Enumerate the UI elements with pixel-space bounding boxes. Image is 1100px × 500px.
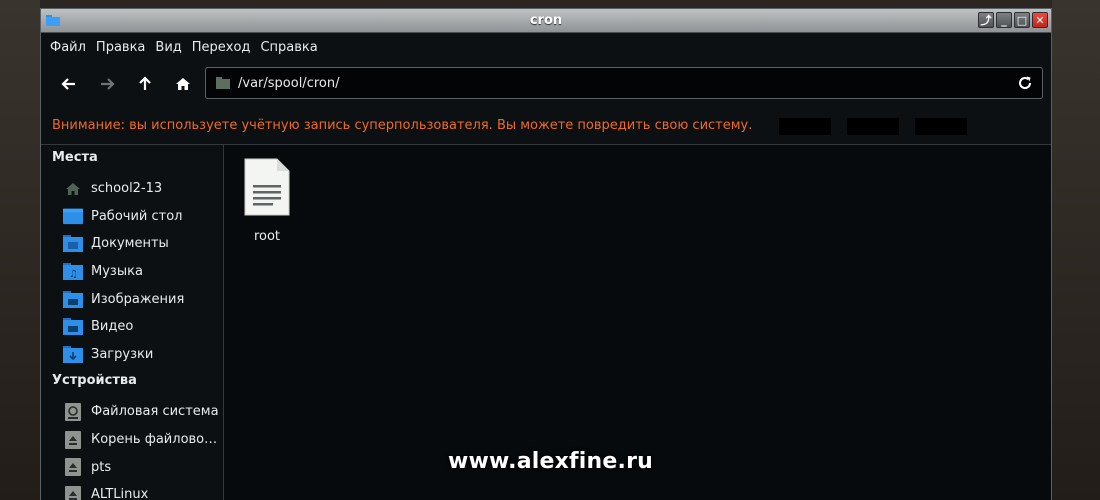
eject-drive-icon: [63, 485, 83, 500]
arrow-left-icon: [61, 78, 75, 90]
folder-icon: [216, 77, 230, 89]
svg-text:♫: ♫: [69, 269, 78, 280]
sidebar-item-label: Видео: [91, 319, 134, 335]
minimize-button[interactable]: _: [996, 12, 1012, 28]
redacted-block: [847, 118, 899, 135]
content-area: Места school2-13 Рабочий стол Документы: [41, 145, 1051, 500]
shade-button[interactable]: ⤴: [978, 12, 994, 28]
sidebar-item-pictures[interactable]: Изображения: [41, 285, 223, 313]
sidebar-item-label: school2-13: [91, 181, 163, 197]
window-controls: ⤴ _ □ ✕: [978, 12, 1048, 28]
superuser-warning-text: Внимание: вы используете учётную запись …: [52, 118, 753, 133]
sidebar-item-label: Документы: [91, 236, 169, 252]
home-icon: [176, 78, 190, 90]
sidebar-item-videos[interactable]: Видео: [41, 313, 223, 341]
eject-drive-icon: [63, 430, 83, 449]
sidebar-item-label: Изображения: [91, 291, 185, 307]
sidebar-item-desktop[interactable]: Рабочий стол: [41, 203, 223, 231]
up-button[interactable]: [127, 66, 163, 102]
redacted-block: [779, 118, 831, 135]
menu-view[interactable]: Вид: [155, 40, 181, 55]
sidebar-item-music[interactable]: ♫ Музыка: [41, 258, 223, 286]
sidebar-item-label: Загрузки: [91, 346, 154, 362]
location-path: /var/spool/cron/: [238, 75, 340, 91]
sidebar-item-downloads[interactable]: Загрузки: [41, 341, 223, 369]
close-button[interactable]: ✕: [1032, 12, 1048, 28]
menubar: Файл Правка Вид Переход Справка: [41, 33, 1051, 61]
superuser-warning-bar: Внимание: вы используете учётную запись …: [41, 107, 1051, 145]
reload-icon[interactable]: [1016, 74, 1034, 92]
menu-go[interactable]: Переход: [192, 40, 251, 55]
desktop-background-left: [0, 0, 40, 500]
window-title: cron: [529, 13, 563, 28]
menu-file[interactable]: Файл: [50, 40, 86, 55]
file-name: root: [253, 229, 281, 244]
home-button[interactable]: [165, 66, 201, 102]
watermark-text: www.alexfine.ru: [448, 449, 653, 474]
sidebar-item-pts[interactable]: pts: [41, 453, 223, 481]
sidebar-item-documents[interactable]: Документы: [41, 230, 223, 258]
text-file-icon: [244, 158, 290, 216]
file-view[interactable]: root: [224, 145, 1051, 500]
sidebar-item-label: Музыка: [91, 264, 143, 280]
desktop-background-right: [1052, 0, 1100, 500]
arrow-up-icon: [139, 76, 151, 90]
menu-edit[interactable]: Правка: [96, 40, 145, 55]
sidebar-section-places: Места: [52, 150, 98, 165]
downloads-folder-icon: [63, 345, 83, 363]
sidebar-item-home[interactable]: school2-13: [41, 175, 223, 203]
eject-drive-icon: [63, 458, 83, 477]
sidebar-item-altlinux[interactable]: ALTLinux: [41, 481, 223, 500]
sidebar-item-label: Файловая система: [91, 404, 219, 420]
pictures-folder-icon: [63, 290, 83, 308]
videos-folder-icon: [63, 318, 83, 336]
window-titlebar[interactable]: cron ⤴ _ □ ✕: [41, 9, 1051, 33]
back-button[interactable]: [51, 66, 87, 102]
arrow-right-icon: [101, 78, 115, 90]
sidebar-item-label: Корень файловой…: [91, 432, 223, 448]
navigation-toolbar: /var/spool/cron/: [41, 61, 1051, 107]
menu-help[interactable]: Справка: [260, 40, 317, 55]
sidebar-item-filesystem[interactable]: Файловая система: [41, 398, 223, 426]
sidebar-item-root-fs[interactable]: Корень файловой…: [41, 426, 223, 454]
sidebar-item-label: ALTLinux: [91, 487, 149, 500]
sidebar-item-label: Рабочий стол: [91, 208, 183, 224]
sidebar: Места school2-13 Рабочий стол Документы: [41, 145, 224, 500]
redacted-blocks: [779, 118, 967, 135]
maximize-button[interactable]: □: [1014, 12, 1030, 28]
music-folder-icon: ♫: [63, 263, 83, 281]
file-manager-window: cron ⤴ _ □ ✕ Файл Правка Вид Переход Спр…: [40, 8, 1052, 500]
desktop-folder-icon: [63, 207, 83, 225]
forward-button[interactable]: [89, 66, 125, 102]
filesystem-icon: [63, 402, 83, 421]
location-bar[interactable]: /var/spool/cron/: [205, 67, 1043, 99]
sidebar-item-label: pts: [91, 459, 112, 475]
redacted-block: [915, 118, 967, 135]
home-icon: [63, 180, 83, 198]
documents-folder-icon: [63, 235, 83, 253]
sidebar-section-devices: Устройства: [52, 373, 137, 389]
file-item[interactable]: root: [238, 157, 296, 244]
